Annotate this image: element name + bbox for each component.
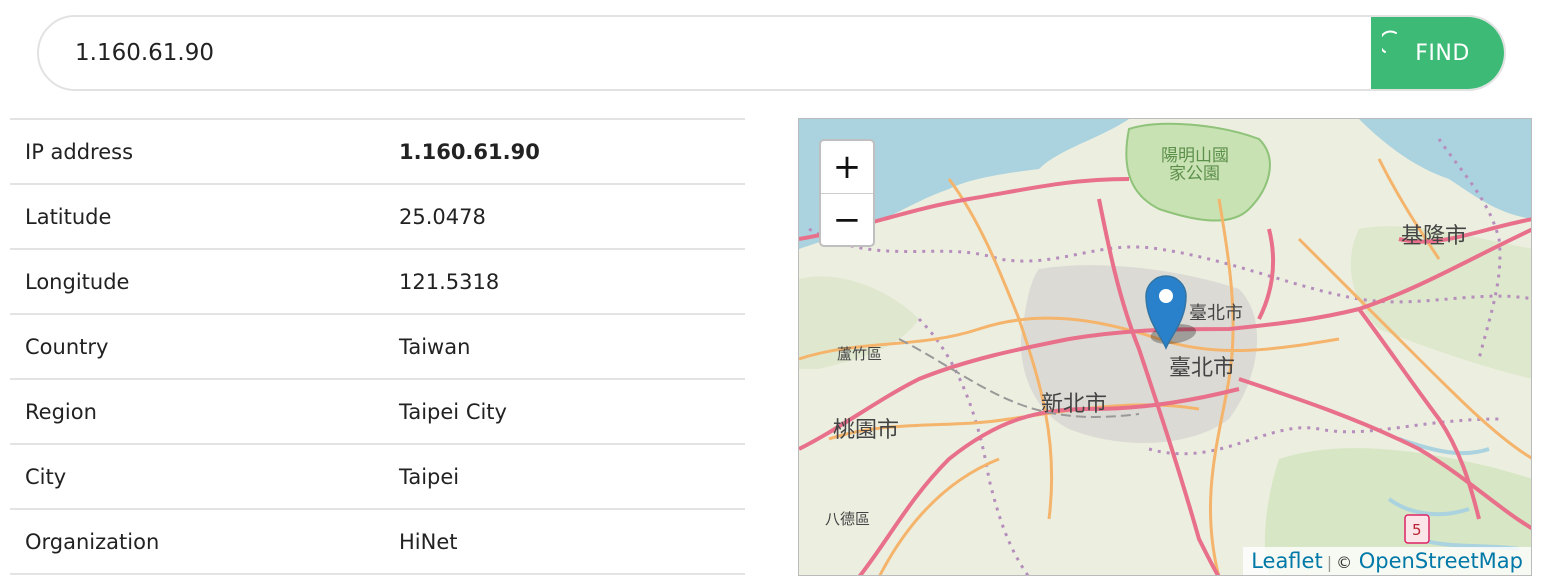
row-label: Region: [25, 400, 97, 424]
row-value: 121.5318: [399, 270, 500, 294]
table-row: City Taipei: [10, 445, 745, 510]
map-attribution: Leaflet | © OpenStreetMap: [1243, 547, 1531, 575]
find-button-label: FIND: [1415, 40, 1470, 66]
attribution-separator: |: [1326, 553, 1333, 572]
row-label: Country: [25, 335, 109, 359]
row-value: Taiwan: [399, 335, 471, 359]
row-label: Latitude: [25, 205, 112, 229]
row-label: Organization: [25, 530, 160, 554]
row-value: 25.0478: [399, 205, 486, 229]
copyright-symbol: ©: [1336, 553, 1353, 572]
ip-search-input[interactable]: [75, 17, 1365, 89]
table-row: Region Taipei City: [10, 380, 745, 445]
location-map[interactable]: 陽明山國 家公園 基隆市 臺北市 臺北市 新北市 桃園市 蘆竹區 八德區 5 +…: [798, 118, 1532, 576]
loading-spinner-icon: [1382, 30, 1397, 53]
row-value: Taipei: [399, 465, 460, 489]
row-value: 1.160.61.90: [399, 140, 540, 164]
zoom-in-button[interactable]: +: [821, 141, 873, 194]
row-value: HiNet: [399, 530, 458, 554]
find-button[interactable]: FIND: [1371, 17, 1504, 89]
openstreetmap-link[interactable]: OpenStreetMap: [1359, 549, 1523, 573]
table-row: IP address 1.160.61.90: [10, 120, 745, 185]
row-label: City: [25, 465, 67, 489]
ip-info-table: IP address 1.160.61.90 Latitude 25.0478 …: [10, 118, 745, 575]
leaflet-link[interactable]: Leaflet: [1251, 549, 1323, 573]
row-label: IP address: [25, 140, 134, 164]
table-row: Latitude 25.0478: [10, 185, 745, 250]
table-row: Country Taiwan: [10, 315, 745, 380]
row-value: Taipei City: [399, 400, 507, 424]
search-bar: FIND: [37, 15, 1506, 91]
zoom-out-button[interactable]: −: [821, 194, 873, 245]
location-marker-icon[interactable]: [1144, 274, 1204, 354]
table-row: Organization HiNet: [10, 510, 745, 575]
zoom-control: + −: [819, 139, 875, 247]
row-label: Longitude: [25, 270, 130, 294]
table-row: Longitude 121.5318: [10, 250, 745, 315]
